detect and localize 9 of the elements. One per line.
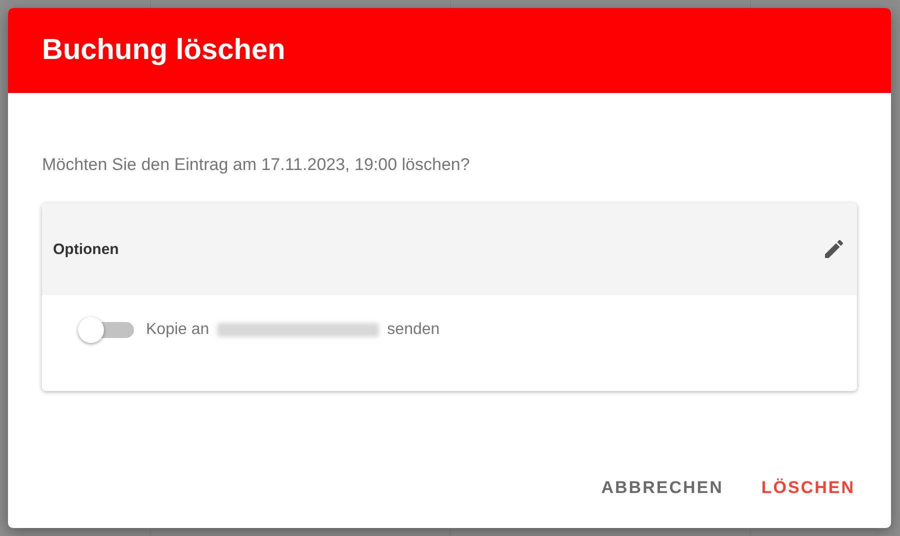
dialog-title: Buchung löschen bbox=[42, 34, 286, 67]
toggle-switch[interactable] bbox=[78, 316, 134, 344]
edit-icon[interactable] bbox=[825, 240, 843, 258]
confirm-message: Möchten Sie den Eintrag am 17.11.2023, 19:00 löschen? bbox=[42, 155, 471, 175]
toggle-label: Kopie an bbox=[146, 321, 210, 339]
cancel-button[interactable]: ABBRECHEN bbox=[593, 470, 732, 506]
toggle-label: senden bbox=[387, 321, 440, 339]
options-title: Optionen bbox=[53, 240, 119, 258]
delete-button[interactable]: LÖSCHEN bbox=[753, 470, 863, 506]
